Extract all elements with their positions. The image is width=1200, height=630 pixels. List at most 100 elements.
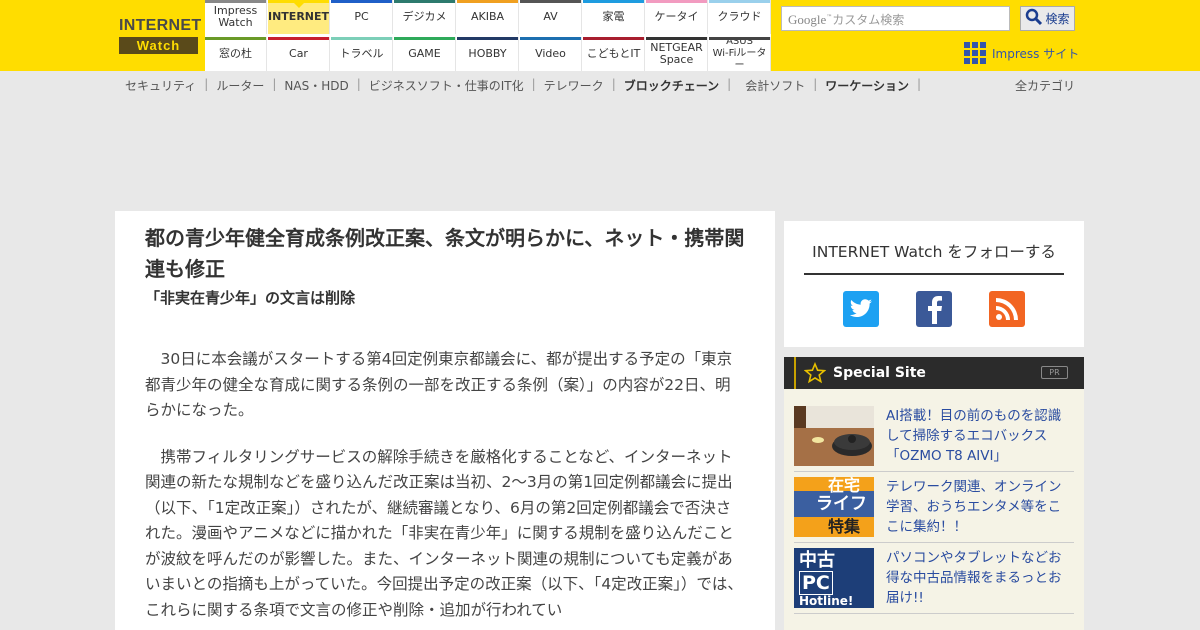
category-separator: |: [611, 77, 616, 91]
active-indicator: [293, 3, 304, 8]
site-tab-color-bar: [583, 37, 644, 40]
site-tab-label: 窓の杜: [219, 47, 252, 60]
site-tab-color-bar: [331, 0, 392, 3]
robot-vacuum-thumbnail: [794, 406, 874, 466]
special-item[interactable]: 中古 PC Hotline! パソコンやタブレットなどお得な中古品情報をまるっと…: [794, 548, 1074, 614]
follow-title: INTERNET Watch をフォローする: [804, 240, 1064, 275]
category-separator: |: [204, 77, 209, 91]
special-site-box: Special Site PR AI搭載！目の前のものを認識して掃除するエコバッ…: [784, 357, 1084, 630]
site-tab-color-bar: [268, 37, 329, 40]
special-item-text: AI搭載！目の前のものを認識して掃除するエコバックス「OZMO T8 AIVI」: [886, 408, 1062, 464]
category-link[interactable]: ビジネスソフト・仕事のIT化: [369, 77, 524, 95]
thumb-line: ライフ: [816, 494, 867, 514]
site-tab[interactable]: NETGEAR Space: [646, 37, 708, 71]
special-item[interactable]: 在宅 ライフ 特集 テレワーク関連、オンライン学習、おうちエンタメ等をここに集約…: [794, 477, 1074, 543]
site-tab[interactable]: Video: [520, 37, 582, 71]
site-tab[interactable]: デジカメ: [394, 0, 456, 34]
site-tab[interactable]: HOBBY: [457, 37, 519, 71]
site-tab[interactable]: ケータイ: [646, 0, 708, 34]
thumb-line: Hotline!: [799, 594, 854, 608]
category-link[interactable]: テレワーク: [544, 77, 604, 95]
thumb-line: 在宅: [828, 477, 861, 495]
site-tab-color-bar: [520, 37, 581, 40]
category-link[interactable]: ワーケーション: [825, 77, 909, 95]
site-tab[interactable]: Impress Watch: [205, 0, 267, 34]
site-tab-label: GAME: [408, 47, 441, 60]
twitter-icon[interactable]: [843, 291, 879, 327]
site-tab-label: PC: [354, 10, 369, 23]
category-link[interactable]: セキュリティ: [125, 77, 196, 95]
site-tab[interactable]: クラウド: [709, 0, 771, 34]
follow-box: INTERNET Watch をフォローする: [784, 221, 1084, 347]
facebook-icon[interactable]: [916, 291, 952, 327]
google-label: Google: [788, 12, 827, 27]
site-tab-label: NETGEAR Space: [650, 41, 703, 66]
site-tab-label: ケータイ: [654, 10, 699, 23]
site-tab[interactable]: Car: [268, 37, 330, 71]
article-subtitle: 「非実在青少年」の文言は削除: [145, 289, 356, 307]
thumb-line: 特集: [828, 517, 861, 536]
site-tab-label: Video: [535, 47, 566, 60]
search-input[interactable]: Google™カスタム検索: [781, 6, 1010, 31]
category-link[interactable]: NAS・HDD: [284, 77, 348, 95]
site-tab-label: AV: [543, 10, 558, 23]
thumb-line: 中古: [799, 550, 835, 571]
site-nav: Impress Watch INTERNET PC デジカメ AKIBA AV 家電 ケータイ…: [205, 0, 771, 71]
site-tab[interactable]: トラベル: [331, 37, 393, 71]
site-tab-color-bar: [394, 37, 455, 40]
site-tab-color-bar: [709, 37, 770, 40]
site-tab-color-bar: [709, 0, 770, 3]
article-paragraph: 30日に本会議がスタートする第4回定例東京都議会に、都が提出する予定の「東京都青…: [145, 350, 733, 419]
site-tab-label: デジカメ: [402, 10, 447, 23]
logo-line2: Watch: [119, 37, 198, 54]
article-paragraph: 携帯フィルタリングサービスの解除手続きを厳格化することなど、インターネット関連の…: [145, 447, 743, 619]
site-tab[interactable]: 家電: [583, 0, 645, 34]
impress-site-link[interactable]: Impress サイト: [964, 41, 1079, 65]
search-button-label: 検索: [1045, 12, 1070, 26]
category-link[interactable]: ブロックチェーン: [624, 77, 719, 95]
category-link[interactable]: 会計ソフト: [745, 77, 805, 95]
category-separator: |: [917, 77, 922, 91]
site-tab-color-bar: [331, 37, 392, 40]
impress-site-label: Impress サイト: [992, 46, 1080, 61]
thumb-line: PC: [799, 571, 833, 595]
site-tab[interactable]: AKIBA: [457, 0, 519, 34]
site-tab[interactable]: 窓の杜: [205, 37, 267, 71]
star-icon: [804, 362, 826, 384]
site-tab-label: Impress Watch: [213, 4, 258, 29]
site-tab[interactable]: こどもとIT: [583, 37, 645, 71]
category-separator: |: [272, 77, 277, 91]
logo-line1: INTERNET: [119, 17, 202, 34]
site-tab[interactable]: PC: [331, 0, 393, 34]
site-tab-color-bar: [394, 0, 455, 3]
article: 都の青少年健全育成条例改正案、条文が明らかに、ネット・携帯関連も修正 「非実在青…: [115, 211, 775, 630]
site-tab-color-bar: [520, 0, 581, 3]
search-icon: [1025, 8, 1043, 29]
all-categories-link[interactable]: 全カテゴリ: [1015, 77, 1075, 94]
search-placeholder: カスタム検索: [832, 13, 905, 27]
site-tab-color-bar: [646, 0, 707, 3]
category-separator: |: [727, 77, 732, 91]
zaitaku-life-thumbnail: 在宅 ライフ 特集: [794, 477, 874, 537]
site-tab-label: 家電: [602, 10, 625, 23]
site-tab-color-bar: [205, 0, 266, 3]
site-tab-label: AKIBA: [470, 10, 505, 23]
special-item-text: テレワーク関連、オンライン学習、おうちエンタメ等をここに集約！！: [886, 479, 1062, 535]
site-tab-label: HOBBY: [468, 47, 507, 60]
site-tab[interactable]: GAME: [394, 37, 456, 71]
chuko-pc-thumbnail: 中古 PC Hotline!: [794, 548, 874, 608]
site-tab-label: ASUS Wi-Fiルーター: [712, 36, 767, 71]
site-tab-color-bar: [646, 37, 707, 40]
special-site-header: Special Site PR: [784, 357, 1084, 389]
site-tab[interactable]: INTERNET: [268, 0, 330, 34]
search-button[interactable]: 検索: [1020, 6, 1075, 31]
category-link[interactable]: ルーター: [216, 77, 264, 95]
site-tab-label: トラベル: [339, 47, 384, 60]
site-tab-label: Car: [289, 47, 308, 60]
rss-icon[interactable]: [989, 291, 1025, 327]
site-logo[interactable]: INTERNET Watch: [119, 17, 202, 56]
site-tab-color-bar: [457, 0, 518, 3]
site-tab[interactable]: ASUS Wi-Fiルーター: [709, 36, 771, 71]
special-item[interactable]: AI搭載！目の前のものを認識して掃除するエコバックス「OZMO T8 AIVI」: [794, 406, 1074, 472]
site-tab[interactable]: AV: [520, 0, 582, 34]
